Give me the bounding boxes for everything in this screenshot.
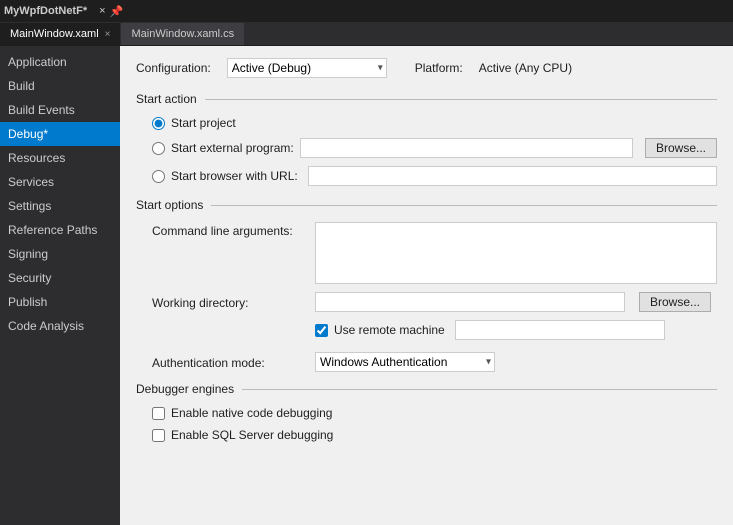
auth-mode-select[interactable]: Windows Authentication None <box>315 352 495 372</box>
title-bar: MyWpfDotNetF* × 📌 <box>0 0 733 22</box>
remote-machine-input[interactable]: MJO-DL:2046 <box>455 320 665 340</box>
debugger-engines-header: Debugger engines <box>136 382 717 396</box>
tab-bar: MainWindow.xaml × MainWindow.xaml.cs <box>0 22 733 46</box>
cmd-args-label: Command line arguments: <box>152 222 307 238</box>
sidebar-item-services[interactable]: Services <box>0 170 120 194</box>
platform-label: Platform: <box>415 61 463 75</box>
native-debug-row: Enable native code debugging <box>152 406 717 420</box>
start-project-label: Start project <box>171 116 236 130</box>
sidebar-item-settings[interactable]: Settings <box>0 194 120 218</box>
sidebar: Application Build Build Events Debug* Re… <box>0 46 120 525</box>
browse-button-external[interactable]: Browse... <box>645 138 717 158</box>
start-action-header: Start action <box>136 92 717 106</box>
sidebar-item-signing[interactable]: Signing <box>0 242 120 266</box>
start-project-radio[interactable] <box>152 117 165 130</box>
start-browser-label: Start browser with URL: <box>171 169 298 183</box>
config-row: Configuration: Active (Debug) Platform: … <box>136 58 717 78</box>
sql-debug-checkbox[interactable] <box>152 429 165 442</box>
tab-main-xaml[interactable]: MainWindow.xaml × <box>0 23 121 45</box>
working-dir-row: Working directory: Browse... <box>152 292 717 312</box>
sidebar-item-application[interactable]: Application <box>0 50 120 74</box>
configuration-select[interactable]: Active (Debug) <box>227 58 387 78</box>
browse-button-workdir[interactable]: Browse... <box>639 292 711 312</box>
remote-machine-row: Use remote machine MJO-DL:2046 <box>152 320 717 340</box>
remote-machine-checkbox-row: Use remote machine MJO-DL:2046 <box>315 320 665 340</box>
start-options-grid: Command line arguments: Working director… <box>136 222 717 372</box>
title-bar-close[interactable]: × <box>99 5 105 17</box>
auth-mode-label: Authentication mode: <box>152 354 307 370</box>
use-remote-label: Use remote machine <box>334 323 445 337</box>
start-options-header: Start options <box>136 198 717 212</box>
start-external-label: Start external program: <box>171 141 294 155</box>
cmd-args-textarea[interactable] <box>315 222 717 284</box>
cmd-args-row: Command line arguments: <box>152 222 717 284</box>
auth-mode-select-wrap: Windows Authentication None <box>315 352 495 372</box>
auth-mode-row: Authentication mode: Windows Authenticat… <box>152 352 717 372</box>
sidebar-item-code-analysis[interactable]: Code Analysis <box>0 314 120 338</box>
sidebar-item-build[interactable]: Build <box>0 74 120 98</box>
start-external-radio[interactable] <box>152 142 165 155</box>
platform-value: Active (Any CPU) <box>479 61 572 75</box>
pin-icon[interactable]: 📌 <box>110 5 124 18</box>
main-layout: Application Build Build Events Debug* Re… <box>0 46 733 525</box>
sidebar-item-resources[interactable]: Resources <box>0 146 120 170</box>
working-dir-label: Working directory: <box>152 294 307 310</box>
configuration-select-wrap: Active (Debug) <box>227 58 387 78</box>
sidebar-item-debug[interactable]: Debug* <box>0 122 120 146</box>
sql-debug-row: Enable SQL Server debugging <box>152 428 717 442</box>
sidebar-item-publish[interactable]: Publish <box>0 290 120 314</box>
sidebar-item-security[interactable]: Security <box>0 266 120 290</box>
browser-url-input[interactable] <box>308 166 717 186</box>
radio-start-project: Start project <box>152 116 717 130</box>
radio-start-external: Start external program: Browse... <box>152 138 717 158</box>
working-dir-input[interactable] <box>315 292 625 312</box>
external-program-input[interactable] <box>300 138 633 158</box>
content-panel: Configuration: Active (Debug) Platform: … <box>120 46 733 525</box>
start-browser-radio[interactable] <box>152 170 165 183</box>
tab-main-xaml-cs[interactable]: MainWindow.xaml.cs <box>121 23 245 45</box>
use-remote-checkbox[interactable] <box>315 324 328 337</box>
native-debug-checkbox[interactable] <box>152 407 165 420</box>
tab-close-xaml[interactable]: × <box>105 29 111 40</box>
sidebar-item-build-events[interactable]: Build Events <box>0 98 120 122</box>
sql-debug-label: Enable SQL Server debugging <box>171 428 333 442</box>
sidebar-item-reference-paths[interactable]: Reference Paths <box>0 218 120 242</box>
debugger-engine-options: Enable native code debugging Enable SQL … <box>136 406 717 442</box>
remote-spacer <box>152 329 307 331</box>
configuration-label: Configuration: <box>136 61 211 75</box>
radio-start-browser: Start browser with URL: <box>152 166 717 186</box>
project-title: MyWpfDotNetF* <box>4 5 87 17</box>
start-action-radios: Start project Start external program: Br… <box>136 116 717 186</box>
native-debug-label: Enable native code debugging <box>171 406 332 420</box>
